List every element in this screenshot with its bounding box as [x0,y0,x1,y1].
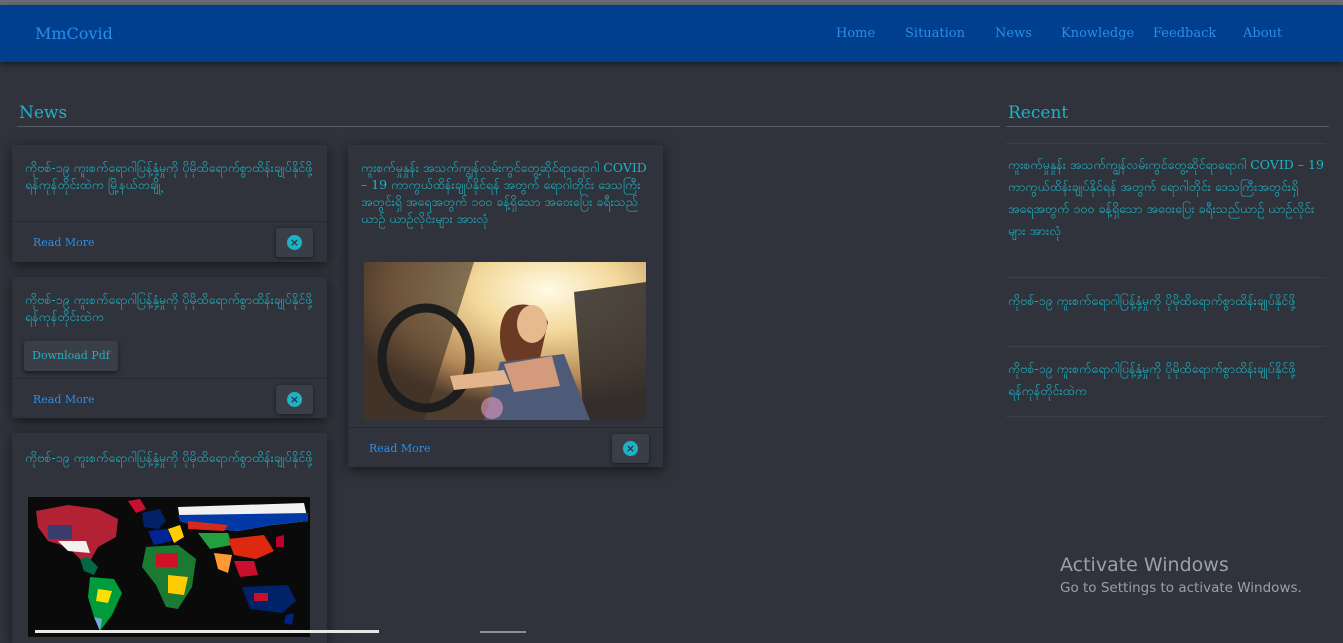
activate-windows-title: Activate Windows [1060,554,1229,576]
close-icon: × [623,441,638,456]
news-card: ကိုဗစ်-၁၉ ကူးစက်ရောဂါပြန့်နှံ့မှုကို ပို… [12,433,327,643]
nav-knowledge[interactable]: Knowledge [1061,26,1134,41]
download-pdf-button[interactable]: Download Pdf [24,341,118,371]
news-card-text[interactable]: ကိုဗစ်-၁၉ ကူးစက်ရောဂါပြန့်နှံ့မှုကို ပို… [25,159,317,193]
news-card-featured: ကူးစက်မှုနှုန်း အသက်ကျွန်လမ်းကွင်တွေ့ဆို… [348,145,663,467]
news-card: ကိုဗစ်-၁၉ ကူးစက်ရောဂါပြန့်နှံ့မှုကို ပို… [12,145,327,262]
nav-situation[interactable]: Situation [905,26,965,41]
news-card: ကိုဗစ်-၁၉ ကူးစက်ရောဂါပြန့်နှံ့မှုကို ပို… [12,277,327,418]
news-card-footer: Read More × [348,427,663,469]
close-button[interactable]: × [276,385,313,414]
close-button[interactable]: × [276,228,313,257]
woman-driving-photo [364,262,646,420]
recent-separator [1006,416,1326,417]
news-card-footer: Read More × [12,221,327,263]
read-more-link[interactable]: Read More [369,442,431,455]
news-card-footer: Read More × [12,378,327,420]
nav-about[interactable]: About [1243,26,1282,41]
nav-feedback[interactable]: Feedback [1153,26,1216,41]
close-icon: × [287,235,302,250]
navbar: MmCovid Home Situation News Knowledge Fe… [0,5,1343,62]
recent-heading: Recent [1008,103,1069,123]
recent-item[interactable]: ကူးစက်မှုနှုန်း အသက်ကျွန်လမ်းကွင်တွေ့ဆို… [1008,154,1324,242]
news-card-text[interactable]: ကိုဗစ်-၁၉ ကူးစက်ရောဂါပြန့်နှံ့မှုကို ပို… [25,449,317,466]
news-card-text[interactable]: ကူးစက်မှုနှုန်း အသက်ကျွန်လမ်းကွင်တွေ့ဆို… [361,159,653,227]
recent-item[interactable]: ကိုဗစ်-၁၉ ကူးစက်ရောဂါပြန့်နှံ့မှုကို ပို… [1008,290,1324,312]
news-heading: News [19,103,68,123]
recent-separator [1006,346,1326,347]
read-more-link[interactable]: Read More [33,393,95,406]
recent-item[interactable]: ကိုဗစ်-၁၉ ကူးစက်ရောဂါပြန့်နှံ့မှုကို ပို… [1008,358,1324,402]
recent-divider [1006,126,1329,127]
news-card-text[interactable]: ကိုဗစ်-၁၉ ကူးစက်ရောဂါပြန့်နှံ့မှုကို ပို… [25,291,317,325]
world-flags-map-image [28,497,310,637]
recent-separator [1006,277,1326,278]
brand-logo[interactable]: MmCovid [35,24,113,43]
nav-home[interactable]: Home [836,26,875,41]
news-divider [17,126,1000,127]
activate-windows-subtitle: Go to Settings to activate Windows. [1060,580,1302,596]
nav-news[interactable]: News [995,26,1032,41]
read-more-link[interactable]: Read More [33,236,95,249]
close-icon: × [287,392,302,407]
recent-separator [1006,143,1326,144]
close-button[interactable]: × [612,434,649,463]
